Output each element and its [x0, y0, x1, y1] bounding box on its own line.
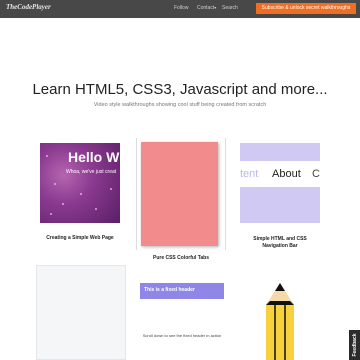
sparkle: [62, 203, 64, 205]
nav-search-link[interactable]: Search: [222, 5, 238, 11]
sparkle: [54, 183, 56, 185]
feedback-label: Feedback: [352, 333, 358, 357]
card-thumbnail-colorful-tabs[interactable]: [141, 142, 218, 246]
pencil-lead: [275, 283, 285, 291]
sparkle: [46, 155, 48, 157]
subscribe-button[interactable]: Subscribe & unlock secret walkthroughs: [256, 3, 356, 14]
top-navigation-bar: TheCodePlayer Follow Contact▾ Search Sub…: [0, 0, 360, 18]
pencil-body: [266, 305, 294, 360]
sparkle: [95, 208, 97, 210]
card-thumbnail-blank[interactable]: [36, 265, 126, 360]
card-thumbnail-navigation-bar[interactable]: tent About C: [240, 143, 320, 223]
fixed-header-bar: This is a fixed header: [140, 283, 224, 299]
card-title-colorful-tabs[interactable]: Pure CSS Colorful Tabs: [131, 255, 231, 261]
sparkle: [50, 213, 52, 215]
sparkle: [80, 193, 82, 195]
thumbnail-text: Whoa, we've just creat: [66, 169, 117, 175]
card-title-navigation-bar[interactable]: Simple HTML and CSS Navigation Bar: [230, 236, 330, 250]
fixed-header-text: This is a fixed header: [144, 287, 195, 293]
nav-word: About: [272, 168, 301, 180]
page-subtitle: Video style walkthroughs showing cool st…: [93, 102, 267, 108]
card-title-line: Simple HTML and CSS: [253, 236, 307, 242]
nav-word: C: [312, 168, 320, 180]
page-title: Learn HTML5, CSS3, Javascript and more..…: [32, 81, 328, 98]
nav-contact-link[interactable]: Contact▾: [197, 5, 216, 11]
card-title-line: Navigation Bar: [262, 243, 298, 249]
card-thumbnail-simple-web-page[interactable]: Hello W Whoa, we've just creat: [40, 143, 120, 223]
chevron-down-icon: ▾: [214, 5, 217, 10]
nav-follow-link[interactable]: Follow: [174, 5, 188, 11]
scroll-hint-text: Scroll down to see the fixed header in a…: [142, 333, 222, 338]
card-title-simple-web-page[interactable]: Creating a Simple Web Page: [30, 235, 130, 241]
pencil-outline: [266, 301, 294, 305]
thumbnail-heading: Hello W: [68, 149, 120, 165]
feedback-tab[interactable]: Feedback: [349, 330, 360, 360]
nav-contact-label: Contact: [197, 5, 215, 11]
card-thumbnail-fixed-header[interactable]: This is a fixed header Scroll down to se…: [140, 283, 224, 360]
thumbnail-band: [240, 187, 320, 223]
nav-word: tent: [240, 168, 259, 180]
site-logo[interactable]: TheCodePlayer: [6, 3, 51, 11]
thumbnail-band: [240, 143, 320, 161]
card-thumbnail-pencil[interactable]: [240, 265, 320, 360]
sparkle: [110, 188, 112, 190]
pencil-icon: [266, 283, 294, 360]
